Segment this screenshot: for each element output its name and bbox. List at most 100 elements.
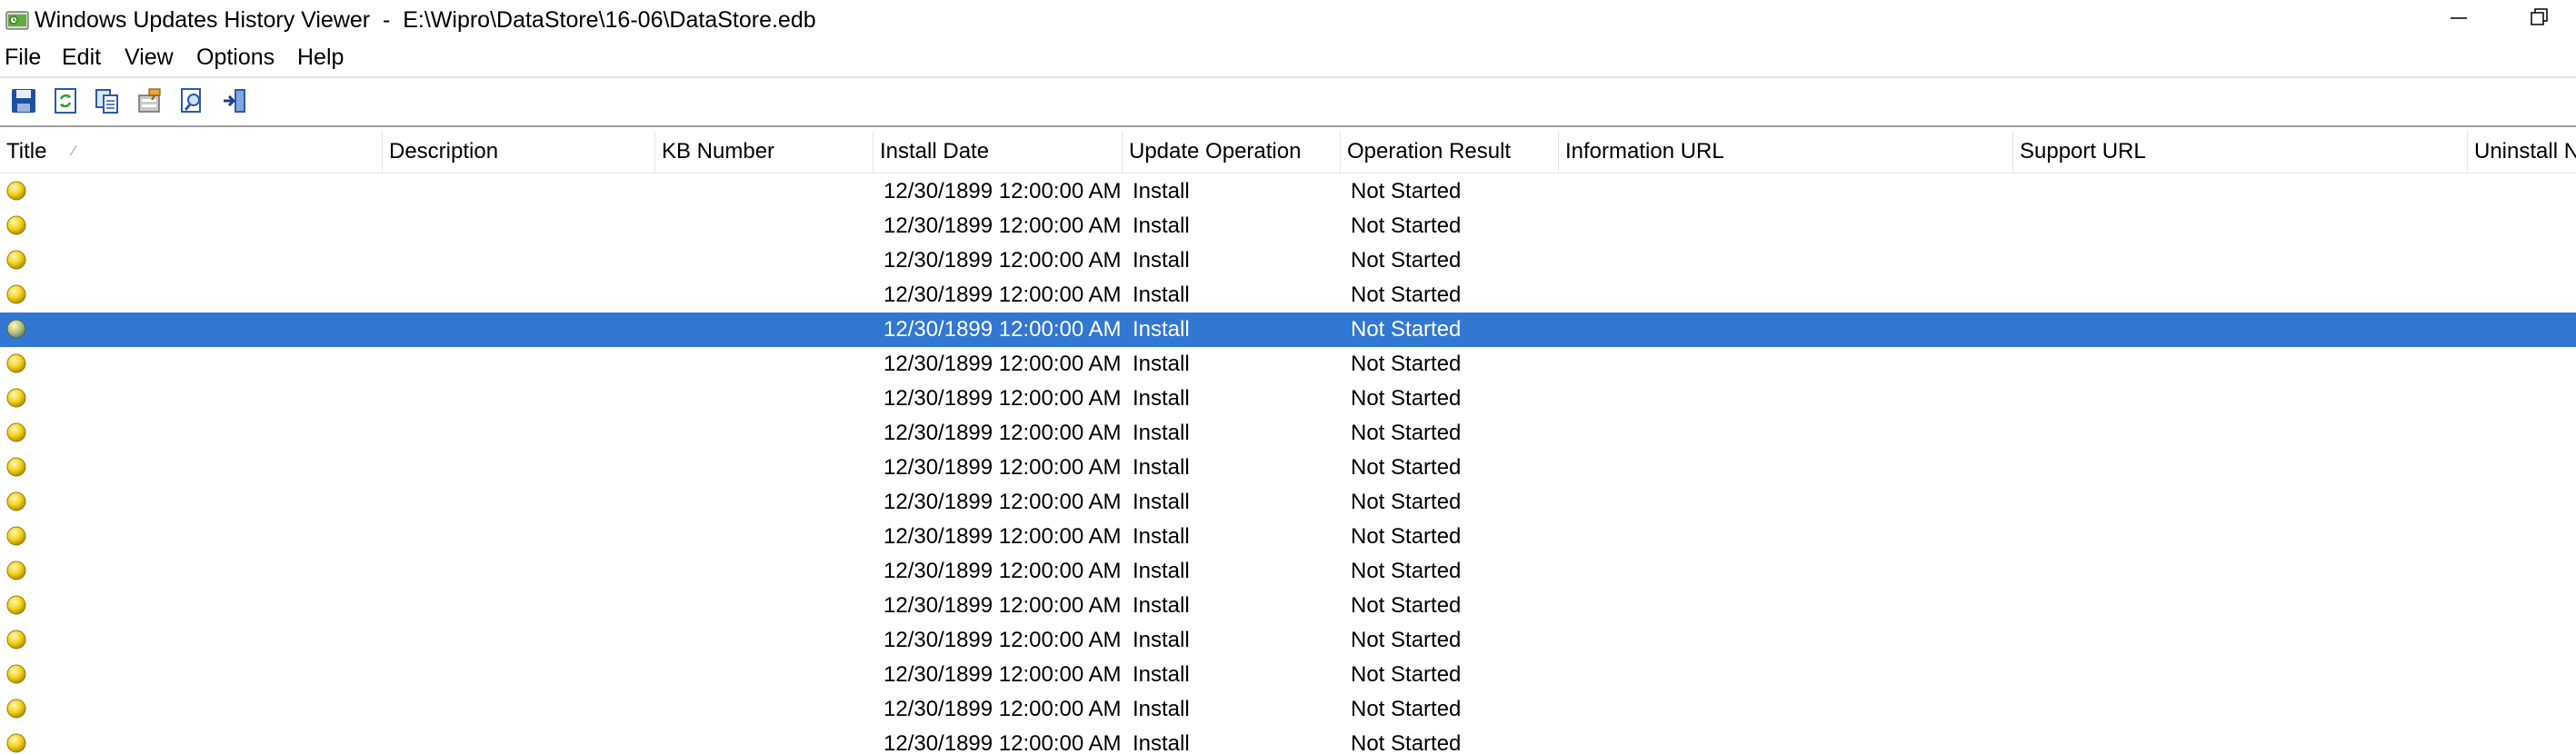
properties-button[interactable] — [135, 85, 167, 118]
cell-install-date: 12/30/1899 12:00:00 AM — [884, 731, 1120, 754]
minimize-button[interactable] — [2432, 0, 2487, 36]
cell-update-operation: Install — [1133, 628, 1190, 652]
table-row[interactable]: 12/30/1899 12:00:00 AM Install Not Started — [0, 278, 2576, 313]
cell-title — [36, 347, 382, 382]
refresh-icon — [55, 88, 76, 114]
table-row[interactable]: 12/30/1899 12:00:00 AM Install Not Started — [0, 485, 2576, 520]
cell-kb-number — [662, 623, 871, 658]
exit-button[interactable] — [220, 85, 253, 118]
cell-operation-result: Not Started — [1351, 352, 1462, 376]
cell-install-date: 12/30/1899 12:00:00 AM — [884, 317, 1120, 342]
column-header-operation-result[interactable]: Operation Result — [1341, 131, 1559, 173]
column-header-description[interactable]: Description — [383, 131, 655, 173]
cell-title — [36, 451, 382, 485]
table-row[interactable]: 12/30/1899 12:00:00 AM Install Not Started — [0, 174, 2576, 209]
app-icon — [5, 11, 29, 30]
menu-help[interactable]: Help — [297, 44, 344, 71]
table-row[interactable]: 12/30/1899 12:00:00 AM Install Not Started — [0, 209, 2576, 243]
sort-ascending-icon: ⁄ — [73, 144, 75, 159]
column-header-update-operation[interactable]: Update Operation — [1123, 131, 1341, 173]
cell-install-date: 12/30/1899 12:00:00 AM — [884, 593, 1120, 618]
column-header-uninstall[interactable]: Uninstall N — [2468, 131, 2576, 173]
cell-title — [36, 658, 382, 692]
cell-title — [36, 554, 382, 589]
menu-options[interactable]: Options — [196, 44, 275, 71]
copy-button[interactable] — [92, 85, 125, 118]
status-bulb-icon — [6, 561, 26, 580]
table-row[interactable]: 12/30/1899 12:00:00 AM Install Not Started — [0, 589, 2576, 623]
cell-description — [389, 589, 653, 623]
toolbar — [0, 76, 2576, 127]
table-row[interactable]: 12/30/1899 12:00:00 AM Install Not Started — [0, 692, 2576, 727]
table-row[interactable]: 12/30/1899 12:00:00 AM Install Not Started — [0, 416, 2576, 451]
status-bulb-icon — [6, 733, 26, 753]
cell-title — [36, 278, 382, 313]
cell-description — [389, 520, 653, 554]
cell-operation-result: Not Started — [1351, 697, 1462, 721]
cell-update-operation: Install — [1133, 386, 1190, 411]
cell-install-date: 12/30/1899 12:00:00 AM — [884, 455, 1120, 480]
table-row[interactable]: 12/30/1899 12:00:00 AM Install Not Started — [0, 243, 2576, 278]
status-bulb-icon — [6, 284, 26, 304]
status-bulb-icon — [6, 595, 26, 615]
cell-title — [36, 623, 382, 658]
cell-kb-number — [662, 658, 871, 692]
find-button[interactable] — [177, 85, 210, 118]
menu-edit[interactable]: Edit — [62, 44, 101, 71]
status-bulb-icon — [6, 319, 26, 339]
table-row[interactable]: 12/30/1899 12:00:00 AM Install Not Started — [0, 727, 2576, 754]
table-row[interactable]: 12/30/1899 12:00:00 AM Install Not Started — [0, 451, 2576, 485]
copy-icon — [95, 89, 118, 114]
column-header-support-url[interactable]: Support URL — [2013, 131, 2468, 173]
table-row[interactable]: 12/30/1899 12:00:00 AM Install Not Started — [0, 623, 2576, 658]
menu-bar: File Edit View Options Help — [0, 40, 2576, 74]
cell-description — [389, 174, 653, 209]
exit-icon — [224, 89, 245, 113]
cell-title — [36, 485, 382, 520]
column-header-information-url[interactable]: Information URL — [1559, 131, 2013, 173]
save-button[interactable] — [8, 85, 41, 118]
cell-kb-number — [662, 451, 871, 485]
column-header-install-date[interactable]: Install Date — [874, 131, 1123, 173]
cell-install-date: 12/30/1899 12:00:00 AM — [884, 421, 1120, 445]
column-header-label: Description — [389, 139, 499, 164]
menu-file[interactable]: File — [5, 44, 41, 71]
status-bulb-icon — [6, 250, 26, 270]
app-window: Windows Updates History Viewer - E:\Wipr… — [0, 0, 2576, 754]
cell-update-operation: Install — [1133, 317, 1190, 342]
cell-description — [389, 278, 653, 313]
cell-kb-number — [662, 416, 871, 451]
cell-description — [389, 658, 653, 692]
cell-install-date: 12/30/1899 12:00:00 AM — [884, 524, 1120, 549]
cell-operation-result: Not Started — [1351, 317, 1462, 342]
column-header-label: Title — [6, 139, 47, 164]
updates-list[interactable]: 12/30/1899 12:00:00 AM Install Not Started… — [0, 174, 2576, 754]
cell-title — [36, 589, 382, 623]
cell-install-date: 12/30/1899 12:00:00 AM — [884, 248, 1120, 273]
table-row[interactable]: 12/30/1899 12:00:00 AM Install Not Started — [0, 382, 2576, 416]
table-row[interactable]: 12/30/1899 12:00:00 AM Install Not Started — [0, 313, 2576, 347]
title-bar[interactable]: Windows Updates History Viewer - E:\Wipr… — [0, 0, 2576, 40]
table-row[interactable]: 12/30/1899 12:00:00 AM Install Not Started — [0, 520, 2576, 554]
cell-update-operation: Install — [1133, 455, 1190, 480]
column-header-label: Information URL — [1565, 139, 1724, 164]
restore-button[interactable] — [2512, 0, 2567, 36]
refresh-button[interactable] — [50, 85, 83, 118]
column-header-kb-number[interactable]: KB Number — [655, 131, 874, 173]
cell-description — [389, 451, 653, 485]
column-header-title[interactable]: Title ⁄ — [0, 131, 383, 173]
cell-kb-number — [662, 209, 871, 243]
table-row[interactable]: 12/30/1899 12:00:00 AM Install Not Started — [0, 347, 2576, 382]
cell-kb-number — [662, 589, 871, 623]
menu-view[interactable]: View — [125, 44, 174, 71]
cell-description — [389, 623, 653, 658]
cell-update-operation: Install — [1133, 352, 1190, 376]
status-bulb-icon — [6, 215, 26, 235]
table-row[interactable]: 12/30/1899 12:00:00 AM Install Not Started — [0, 658, 2576, 692]
cell-kb-number — [662, 520, 871, 554]
cell-kb-number — [662, 174, 871, 209]
table-row[interactable]: 12/30/1899 12:00:00 AM Install Not Started — [0, 554, 2576, 589]
cell-install-date: 12/30/1899 12:00:00 AM — [884, 386, 1120, 411]
cell-title — [36, 209, 382, 243]
cell-title — [36, 727, 382, 754]
